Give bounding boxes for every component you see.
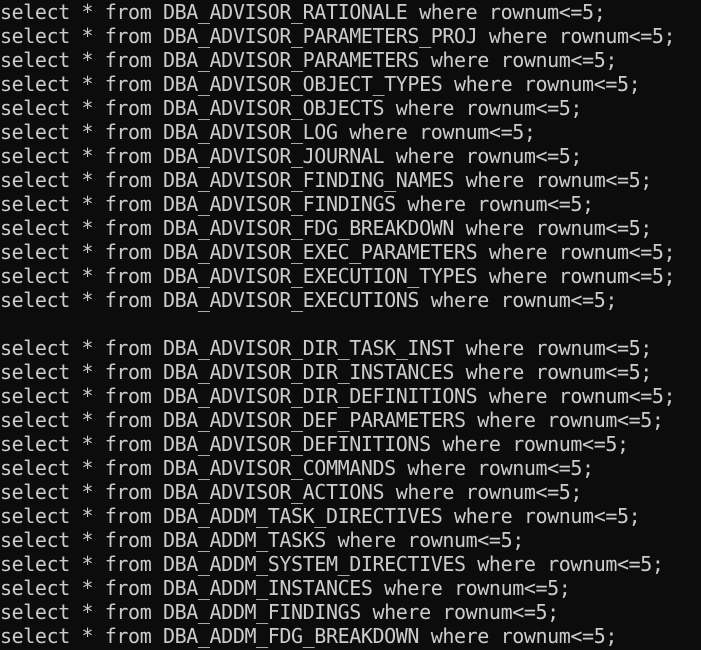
- sql-line: select * from DBA_ADDM_TASK_DIRECTIVES w…: [0, 504, 641, 528]
- sql-line: select * from DBA_ADVISOR_EXECUTIONS whe…: [0, 288, 617, 312]
- sql-line: select * from DBA_ADVISOR_OBJECT_TYPES w…: [0, 72, 641, 96]
- sql-line: select * from DBA_ADVISOR_FINDINGS where…: [0, 192, 594, 216]
- sql-line: select * from DBA_ADVISOR_EXEC_PARAMETER…: [0, 240, 676, 264]
- sql-line: select * from DBA_ADVISOR_DIR_TASK_INST …: [0, 336, 652, 360]
- sql-line: select * from DBA_ADDM_SYSTEM_DIRECTIVES…: [0, 552, 664, 576]
- sql-line: select * from DBA_ADVISOR_DIR_INSTANCES …: [0, 360, 652, 384]
- sql-line: select * from DBA_ADVISOR_RATIONALE wher…: [0, 0, 606, 24]
- sql-line: select * from DBA_ADVISOR_FDG_BREAKDOWN …: [0, 216, 652, 240]
- sql-line: select * from DBA_ADDM_INSTANCES where r…: [0, 576, 571, 600]
- sql-line: select * from DBA_ADVISOR_DEFINITIONS wh…: [0, 432, 629, 456]
- sql-line: select * from DBA_ADVISOR_JOURNAL where …: [0, 144, 583, 168]
- sql-line: select * from DBA_ADVISOR_OBJECTS where …: [0, 96, 583, 120]
- sql-line: select * from DBA_ADVISOR_DIR_DEFINITION…: [0, 384, 676, 408]
- sql-line: select * from DBA_ADDM_FDG_BREAKDOWN whe…: [0, 624, 617, 648]
- sql-line: select * from DBA_ADVISOR_FINDING_NAMES …: [0, 168, 652, 192]
- terminal-output[interactable]: select * from DBA_ADVISOR_RATIONALE wher…: [0, 0, 701, 650]
- sql-line: select * from DBA_ADVISOR_ACTIONS where …: [0, 480, 583, 504]
- sql-line: select * from DBA_ADVISOR_EXECUTION_TYPE…: [0, 264, 676, 288]
- sql-line: select * from DBA_ADDM_TASKS where rownu…: [0, 528, 524, 552]
- sql-line: select * from DBA_ADVISOR_COMMANDS where…: [0, 456, 594, 480]
- sql-line: select * from DBA_ADVISOR_LOG where rown…: [0, 120, 536, 144]
- sql-line: select * from DBA_ADVISOR_PARAMETERS whe…: [0, 48, 617, 72]
- sql-line: select * from DBA_ADVISOR_DEF_PARAMETERS…: [0, 408, 664, 432]
- sql-line: select * from DBA_ADDM_FINDINGS where ro…: [0, 600, 559, 624]
- sql-line: select * from DBA_ADVISOR_PARAMETERS_PRO…: [0, 24, 676, 48]
